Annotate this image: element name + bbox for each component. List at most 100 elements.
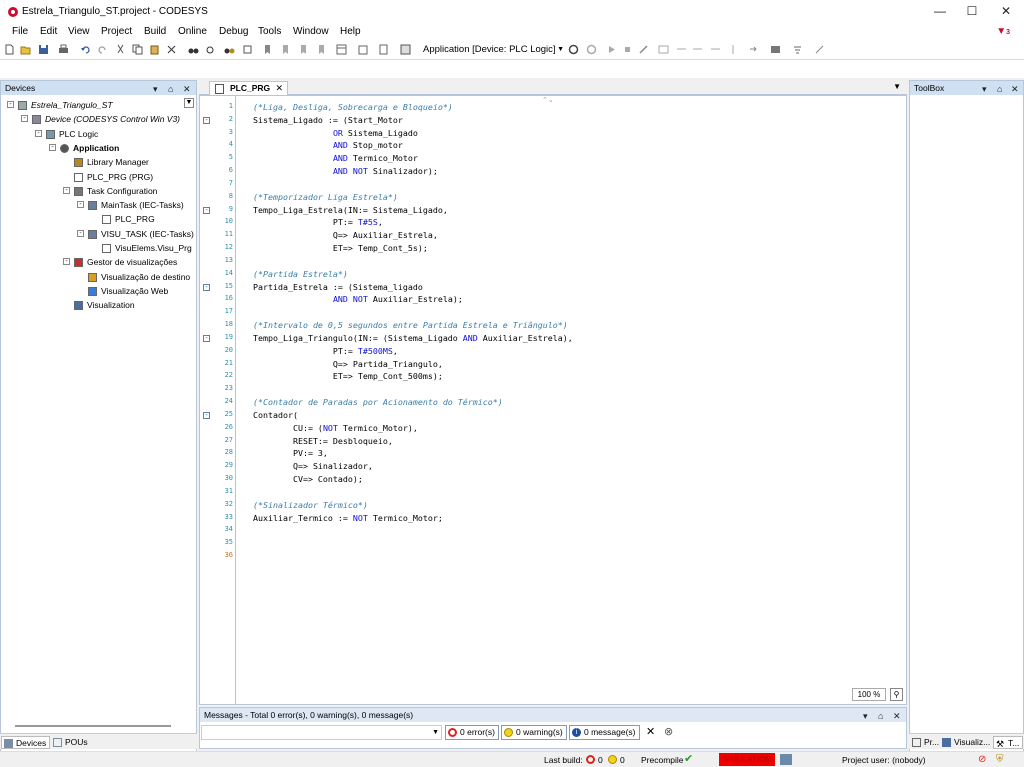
menu-tools[interactable]: Tools	[258, 26, 281, 37]
tree-item[interactable]: - Application	[1, 141, 196, 155]
tree-item[interactable]: - VISU_TASK (IEC-Tasks)	[1, 227, 196, 241]
code-line[interactable]: (*Sinalizador Térmico*)	[253, 500, 368, 511]
code-line[interactable]: AND NOT Auxiliar_Estrela);	[253, 294, 463, 305]
code-line[interactable]: Contador(	[253, 410, 298, 421]
unforce-values-icon[interactable]	[814, 44, 825, 55]
step-into-icon[interactable]	[692, 44, 703, 55]
clear-filter-icon[interactable]: ⊗	[664, 725, 673, 738]
menu-view[interactable]: View	[68, 26, 90, 37]
horizontal-scrollbar[interactable]	[15, 725, 171, 727]
pin-icon[interactable]: ⌂	[997, 82, 1002, 96]
message-source-selector[interactable]: ▼	[201, 725, 442, 740]
menu-online[interactable]: Online	[178, 26, 207, 37]
code-line[interactable]: PT:= T#5S,	[253, 217, 383, 228]
add-object-icon[interactable]	[358, 44, 369, 55]
code-editor[interactable]: ----- 1 2 3 4 5 6 7 8 9 10 11 12 13 14 15 16 17 18 19 20 21 2…	[199, 95, 907, 705]
maximize-button[interactable]: ☐	[956, 0, 988, 24]
run-to-cursor-icon[interactable]	[728, 44, 739, 55]
code-line[interactable]: AND NOT Sinalizador);	[253, 166, 438, 177]
code-line[interactable]: (*Temporizador Liga Estrela*)	[253, 192, 398, 203]
collapse-toggle-icon[interactable]: -	[7, 101, 14, 108]
print-icon[interactable]	[58, 44, 69, 55]
toggle-breakpoint-icon[interactable]	[658, 44, 669, 55]
alerts-icon[interactable]: ▼3	[996, 26, 1010, 37]
tab-pous[interactable]: POUs	[51, 736, 91, 749]
split-handle-icon[interactable]: ⌃⌄	[542, 96, 554, 104]
tab-plc-prg[interactable]: PLC_PRG ✕	[209, 81, 288, 95]
pane-options-icon[interactable]: ▾	[863, 709, 868, 723]
code-area[interactable]: (*Liga, Desliga, Sobrecarga e Bloqueio*)…	[200, 96, 906, 704]
code-line[interactable]: Q=> Sinalizador,	[253, 461, 373, 472]
zoom-icon[interactable]: ⚲	[890, 688, 903, 701]
tree-item[interactable]: - MainTask (IEC-Tasks)	[1, 198, 196, 212]
collapse-toggle-icon[interactable]: -	[77, 229, 84, 237]
tree-item[interactable]: - Estrela_Triangulo_ST	[1, 98, 196, 112]
reset-icon[interactable]	[638, 44, 649, 55]
open-folder-icon[interactable]	[20, 44, 31, 55]
pin-icon[interactable]: ⌂	[168, 82, 173, 96]
code-line[interactable]: PT:= T#500MS,	[253, 346, 398, 357]
code-line[interactable]: Q=> Auxiliar_Estrela,	[253, 230, 438, 241]
bookmark-icon[interactable]	[262, 44, 273, 55]
start-icon[interactable]	[606, 44, 617, 55]
menu-build[interactable]: Build	[144, 26, 166, 37]
tab-toolbox[interactable]: ⚒ T...	[993, 736, 1024, 749]
menu-edit[interactable]: Edit	[40, 26, 57, 37]
menu-debug[interactable]: Debug	[219, 26, 248, 37]
cut-icon[interactable]	[115, 44, 126, 55]
save-icon[interactable]	[38, 44, 49, 55]
redo-icon[interactable]	[97, 44, 108, 55]
collapse-toggle-icon[interactable]: -	[63, 258, 70, 266]
tree-dropdown-icon[interactable]: ▼	[184, 98, 194, 108]
tree-item[interactable]: PLC_PRG (PRG)	[1, 170, 196, 184]
window-layout-icon[interactable]	[336, 44, 347, 55]
tree-item[interactable]: - PLC Logic	[1, 127, 196, 141]
collapse-toggle-icon[interactable]: -	[21, 115, 28, 123]
code-line[interactable]: Tempo_Liga_Estrela(IN:= Sistema_Ligado,	[253, 205, 448, 216]
pane-options-icon[interactable]: ▾	[982, 82, 987, 96]
zoom-level[interactable]: 100 %	[852, 688, 886, 701]
tree-item[interactable]: Library Manager	[1, 155, 196, 169]
active-application-selector[interactable]: Application [Device: PLC Logic] ▼	[420, 43, 566, 57]
close-button[interactable]: ✕	[990, 0, 1022, 24]
code-line[interactable]: Auxiliar_Termico := NOT Termico_Motor;	[253, 513, 443, 524]
menu-window[interactable]: Window	[293, 26, 329, 37]
tree-item[interactable]: Visualization	[1, 298, 196, 312]
code-line[interactable]: Q=> Partida_Triangulo,	[253, 359, 443, 370]
step-over-icon[interactable]	[676, 44, 687, 55]
errors-filter-button[interactable]: 0 error(s)	[445, 725, 499, 740]
code-line[interactable]: CU:= (NOT Termico_Motor),	[253, 423, 418, 434]
warnings-filter-button[interactable]: 0 warning(s)	[501, 725, 567, 740]
menu-help[interactable]: Help	[340, 26, 361, 37]
tree-item[interactable]: PLC_PRG	[1, 212, 196, 226]
step-out-icon[interactable]	[710, 44, 721, 55]
code-line[interactable]: AND Stop_motor	[253, 140, 403, 151]
close-icon[interactable]: ✕	[183, 82, 191, 96]
tree-item[interactable]: Visualização de destino	[1, 270, 196, 284]
logout-icon[interactable]	[586, 44, 597, 55]
tree-item[interactable]: Visualização Web	[1, 284, 196, 298]
tree-item[interactable]: - Device (CODESYS Control Win V3)	[1, 112, 196, 126]
close-icon[interactable]: ✕	[1011, 82, 1019, 96]
tree-item[interactable]: VisuElems.Visu_Prg	[1, 241, 196, 255]
copy-icon[interactable]	[132, 44, 143, 55]
delete-icon[interactable]	[166, 44, 177, 55]
collapse-toggle-icon[interactable]: -	[35, 129, 42, 137]
login-icon[interactable]	[568, 44, 579, 55]
pin-icon[interactable]: ⌂	[878, 709, 883, 723]
show-next-statement-icon[interactable]	[748, 44, 759, 55]
close-icon[interactable]: ✕	[893, 709, 901, 723]
find-in-project-icon[interactable]	[224, 44, 235, 55]
code-line[interactable]: AND Termico_Motor	[253, 153, 418, 164]
properties-icon[interactable]	[378, 44, 389, 55]
code-line[interactable]: (*Partida Estrela*)	[253, 269, 348, 280]
collapse-toggle-icon[interactable]: -	[63, 186, 70, 194]
menu-project[interactable]: Project	[101, 26, 132, 37]
tab-devices[interactable]: Devices	[1, 736, 51, 749]
code-line[interactable]: ET=> Temp_Cont_500ms);	[253, 371, 443, 382]
code-line[interactable]: RESET:= Desbloqueio,	[253, 436, 393, 447]
replace-icon[interactable]	[206, 44, 217, 55]
code-line[interactable]: PV:= 3,	[253, 448, 328, 459]
undo-icon[interactable]	[80, 44, 91, 55]
code-line[interactable]: (*Liga, Desliga, Sobrecarga e Bloqueio*)	[253, 102, 453, 113]
